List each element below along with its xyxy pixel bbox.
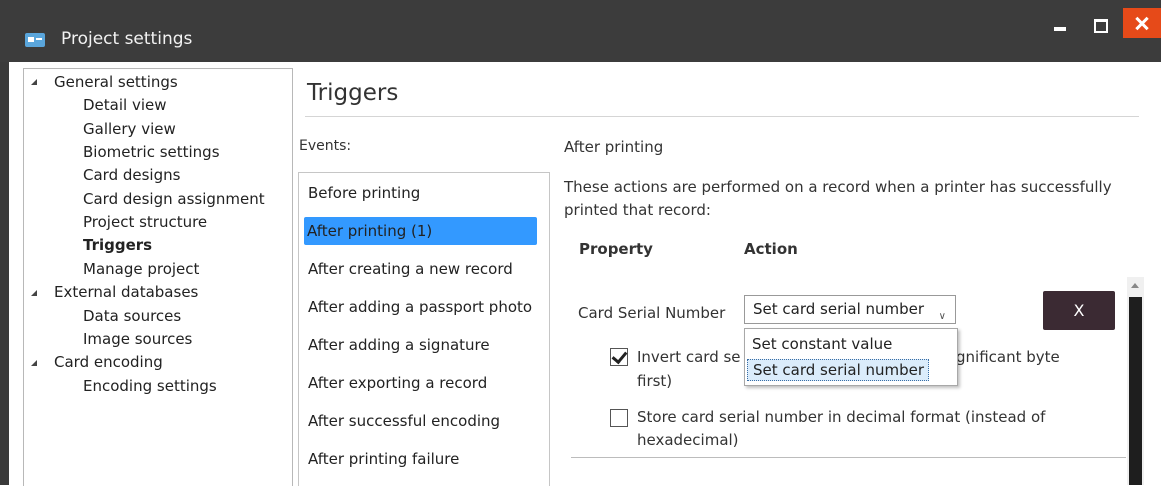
events-label: Events: <box>299 138 352 154</box>
section-divider <box>571 457 1126 458</box>
event-item-selected[interactable]: After printing (1) <box>304 217 537 245</box>
tree-item-triggers[interactable]: Triggers <box>83 236 152 254</box>
title-divider <box>305 116 1139 117</box>
invert-checkbox-label-end: gnificant byte <box>956 348 1060 366</box>
tree-item-image-sources[interactable]: Image sources <box>83 330 192 348</box>
tree-item-card-encoding[interactable]: Card encoding <box>54 353 163 371</box>
tree-item-data-sources[interactable]: Data sources <box>83 307 181 325</box>
event-item[interactable]: Before printing <box>308 184 420 202</box>
settings-tree[interactable]: General settings Detail view Gallery vie… <box>23 68 293 486</box>
invert-checkbox-label-line2: first) <box>637 372 673 390</box>
tree-item-biometric-settings[interactable]: Biometric settings <box>83 143 220 161</box>
collapse-triangle-icon[interactable] <box>31 360 37 366</box>
scrollbar-thumb[interactable] <box>1129 297 1142 485</box>
column-header-action: Action <box>744 240 798 258</box>
column-header-property: Property <box>579 240 653 258</box>
event-item[interactable]: After exporting a record <box>308 374 487 392</box>
tree-item-general-settings[interactable]: General settings <box>54 73 178 91</box>
tree-item-card-designs[interactable]: Card designs <box>83 166 180 184</box>
app-card-icon <box>25 33 45 47</box>
events-list[interactable]: Before printing After printing (1) After… <box>298 172 550 486</box>
project-settings-window: Project settings General settings Detail… <box>0 0 1161 486</box>
event-item[interactable]: After creating a new record <box>308 260 513 278</box>
collapse-triangle-icon[interactable] <box>31 79 37 85</box>
tree-item-manage-project[interactable]: Manage project <box>83 260 199 278</box>
dropdown-option-serial-number[interactable]: Set card serial number <box>747 359 929 381</box>
window-title: Project settings <box>61 29 193 49</box>
store-decimal-label: Store card serial number in decimal form… <box>637 408 1046 449</box>
action-select[interactable]: Set card serial number ∨ <box>744 295 956 324</box>
settings-content: General settings Detail view Gallery vie… <box>9 62 1161 486</box>
close-button[interactable] <box>1123 8 1161 38</box>
action-select-value: Set card serial number <box>753 300 925 318</box>
collapse-triangle-icon[interactable] <box>31 290 37 296</box>
property-label: Card Serial Number <box>578 304 726 322</box>
chevron-down-icon: ∨ <box>938 311 946 322</box>
tree-item-card-design-assignment[interactable]: Card design assignment <box>83 190 265 208</box>
invert-checkbox-label-start: Invert card se <box>637 348 741 366</box>
title-bar[interactable]: Project settings <box>0 0 1161 62</box>
tree-item-encoding-settings[interactable]: Encoding settings <box>83 377 217 395</box>
page-title: Triggers <box>307 80 399 106</box>
event-item[interactable]: After adding a signature <box>308 336 490 354</box>
maximize-button[interactable] <box>1081 10 1119 38</box>
invert-byte-order-checkbox[interactable] <box>610 348 628 366</box>
section-description: These actions are performed on a record … <box>564 178 1112 219</box>
event-item[interactable]: After adding a passport photo <box>308 298 532 316</box>
minimize-button[interactable] <box>1041 10 1079 38</box>
event-item[interactable]: After successful encoding <box>308 412 500 430</box>
tree-item-gallery-view[interactable]: Gallery view <box>83 120 176 138</box>
tree-item-detail-view[interactable]: Detail view <box>83 96 167 114</box>
store-decimal-checkbox[interactable] <box>610 409 628 427</box>
tree-item-external-databases[interactable]: External databases <box>54 283 198 301</box>
dropdown-option-constant[interactable]: Set constant value <box>752 335 892 353</box>
action-dropdown-list[interactable]: Set constant value Set card serial numbe… <box>744 328 958 386</box>
section-heading: After printing <box>564 138 664 156</box>
detail-scrollbar[interactable] <box>1127 277 1144 485</box>
event-item[interactable]: After printing failure <box>308 450 459 468</box>
remove-action-button[interactable]: X <box>1043 291 1115 330</box>
scroll-up-arrow-icon[interactable] <box>1131 283 1139 288</box>
tree-item-project-structure[interactable]: Project structure <box>83 213 207 231</box>
